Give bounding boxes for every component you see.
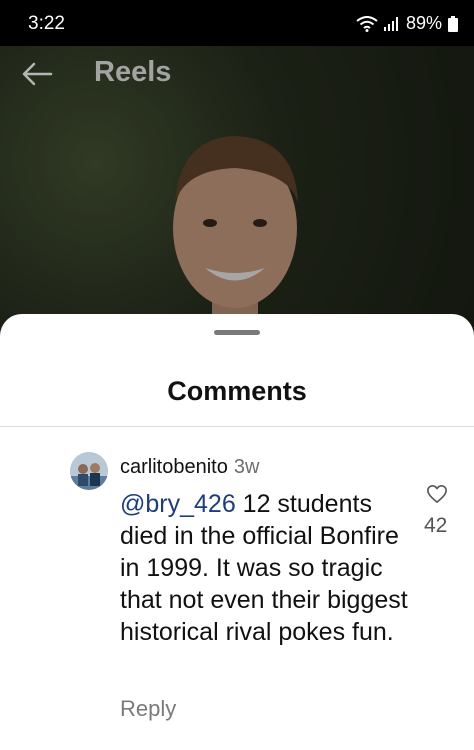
comment-time: 3w	[233, 456, 260, 478]
status-bar: 3:22 89%	[0, 0, 474, 46]
avatar-image	[70, 452, 108, 490]
heart-icon[interactable]	[426, 484, 448, 504]
wifi-icon	[356, 15, 378, 32]
reply-button[interactable]: Reply	[120, 696, 176, 722]
comment-username[interactable]: carlitobenito	[120, 456, 228, 478]
comment-header: carlitobenito 3w	[120, 456, 259, 479]
page-title: Reels	[94, 56, 172, 88]
avatar[interactable]	[70, 452, 108, 490]
comments-sheet: Comments carlitobenito 3w @bry_426 12 stu…	[0, 314, 474, 750]
status-indicators: 89%	[356, 13, 458, 34]
drag-handle[interactable]	[214, 330, 260, 335]
sheet-title: Comments	[167, 376, 307, 406]
reels-header: Reels	[0, 46, 474, 102]
divider	[0, 426, 474, 427]
like-count: 42	[424, 514, 448, 537]
status-time: 3:22	[28, 13, 65, 34]
battery-percent: 89%	[405, 13, 442, 33]
comment-mention[interactable]: @bry_426	[120, 490, 236, 518]
comment-text: @bry_426 12 students died in the officia…	[120, 488, 410, 648]
back-arrow-icon[interactable]	[20, 60, 54, 88]
battery-icon	[448, 15, 458, 32]
signal-icon	[383, 16, 398, 31]
